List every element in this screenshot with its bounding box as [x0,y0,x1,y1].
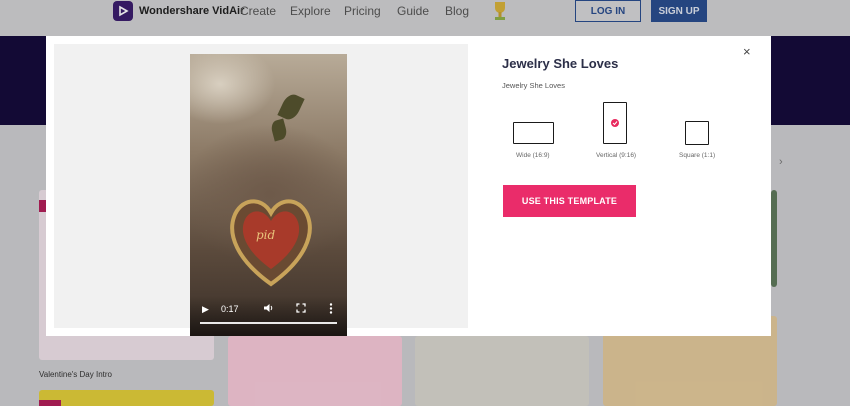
video-timestamp: 0:17 [221,304,239,314]
more-options-icon[interactable] [329,303,333,316]
ratio-option-square[interactable]: Square (1:1) [672,118,722,166]
wide-ratio-icon [513,122,554,144]
template-video-player[interactable]: pid ▶ 0:17 [190,54,347,336]
template-subtitle: Jewelry She Loves [502,81,565,90]
fullscreen-icon[interactable] [296,303,306,315]
heart-box-image: pid [230,199,312,287]
video-preview-area: pid ▶ 0:17 [54,44,468,336]
ratio-label-square: Square (1:1) [679,152,716,159]
ratio-option-wide[interactable]: Wide (16:9) [504,118,564,166]
vertical-ratio-icon [603,102,627,144]
svg-text:pid: pid [256,228,276,242]
close-icon[interactable]: × [743,44,751,59]
square-ratio-icon [685,121,709,145]
template-preview-modal: pid ▶ 0:17 × Jewelry She Loves Jewelry S… [46,36,771,336]
use-this-template-button[interactable]: USE THIS TEMPLATE [503,185,636,217]
volume-icon[interactable] [263,303,274,315]
ratio-label-wide: Wide (16:9) [516,152,550,159]
template-title: Jewelry She Loves [502,56,619,71]
video-progress-bar[interactable] [200,322,337,324]
ratio-option-vertical[interactable]: Vertical (9:16) [586,100,648,166]
video-controls-bar: ▶ 0:17 [190,296,347,336]
ratio-label-vertical: Vertical (9:16) [596,152,637,159]
play-icon[interactable]: ▶ [202,304,209,315]
selected-check-icon [611,119,619,127]
